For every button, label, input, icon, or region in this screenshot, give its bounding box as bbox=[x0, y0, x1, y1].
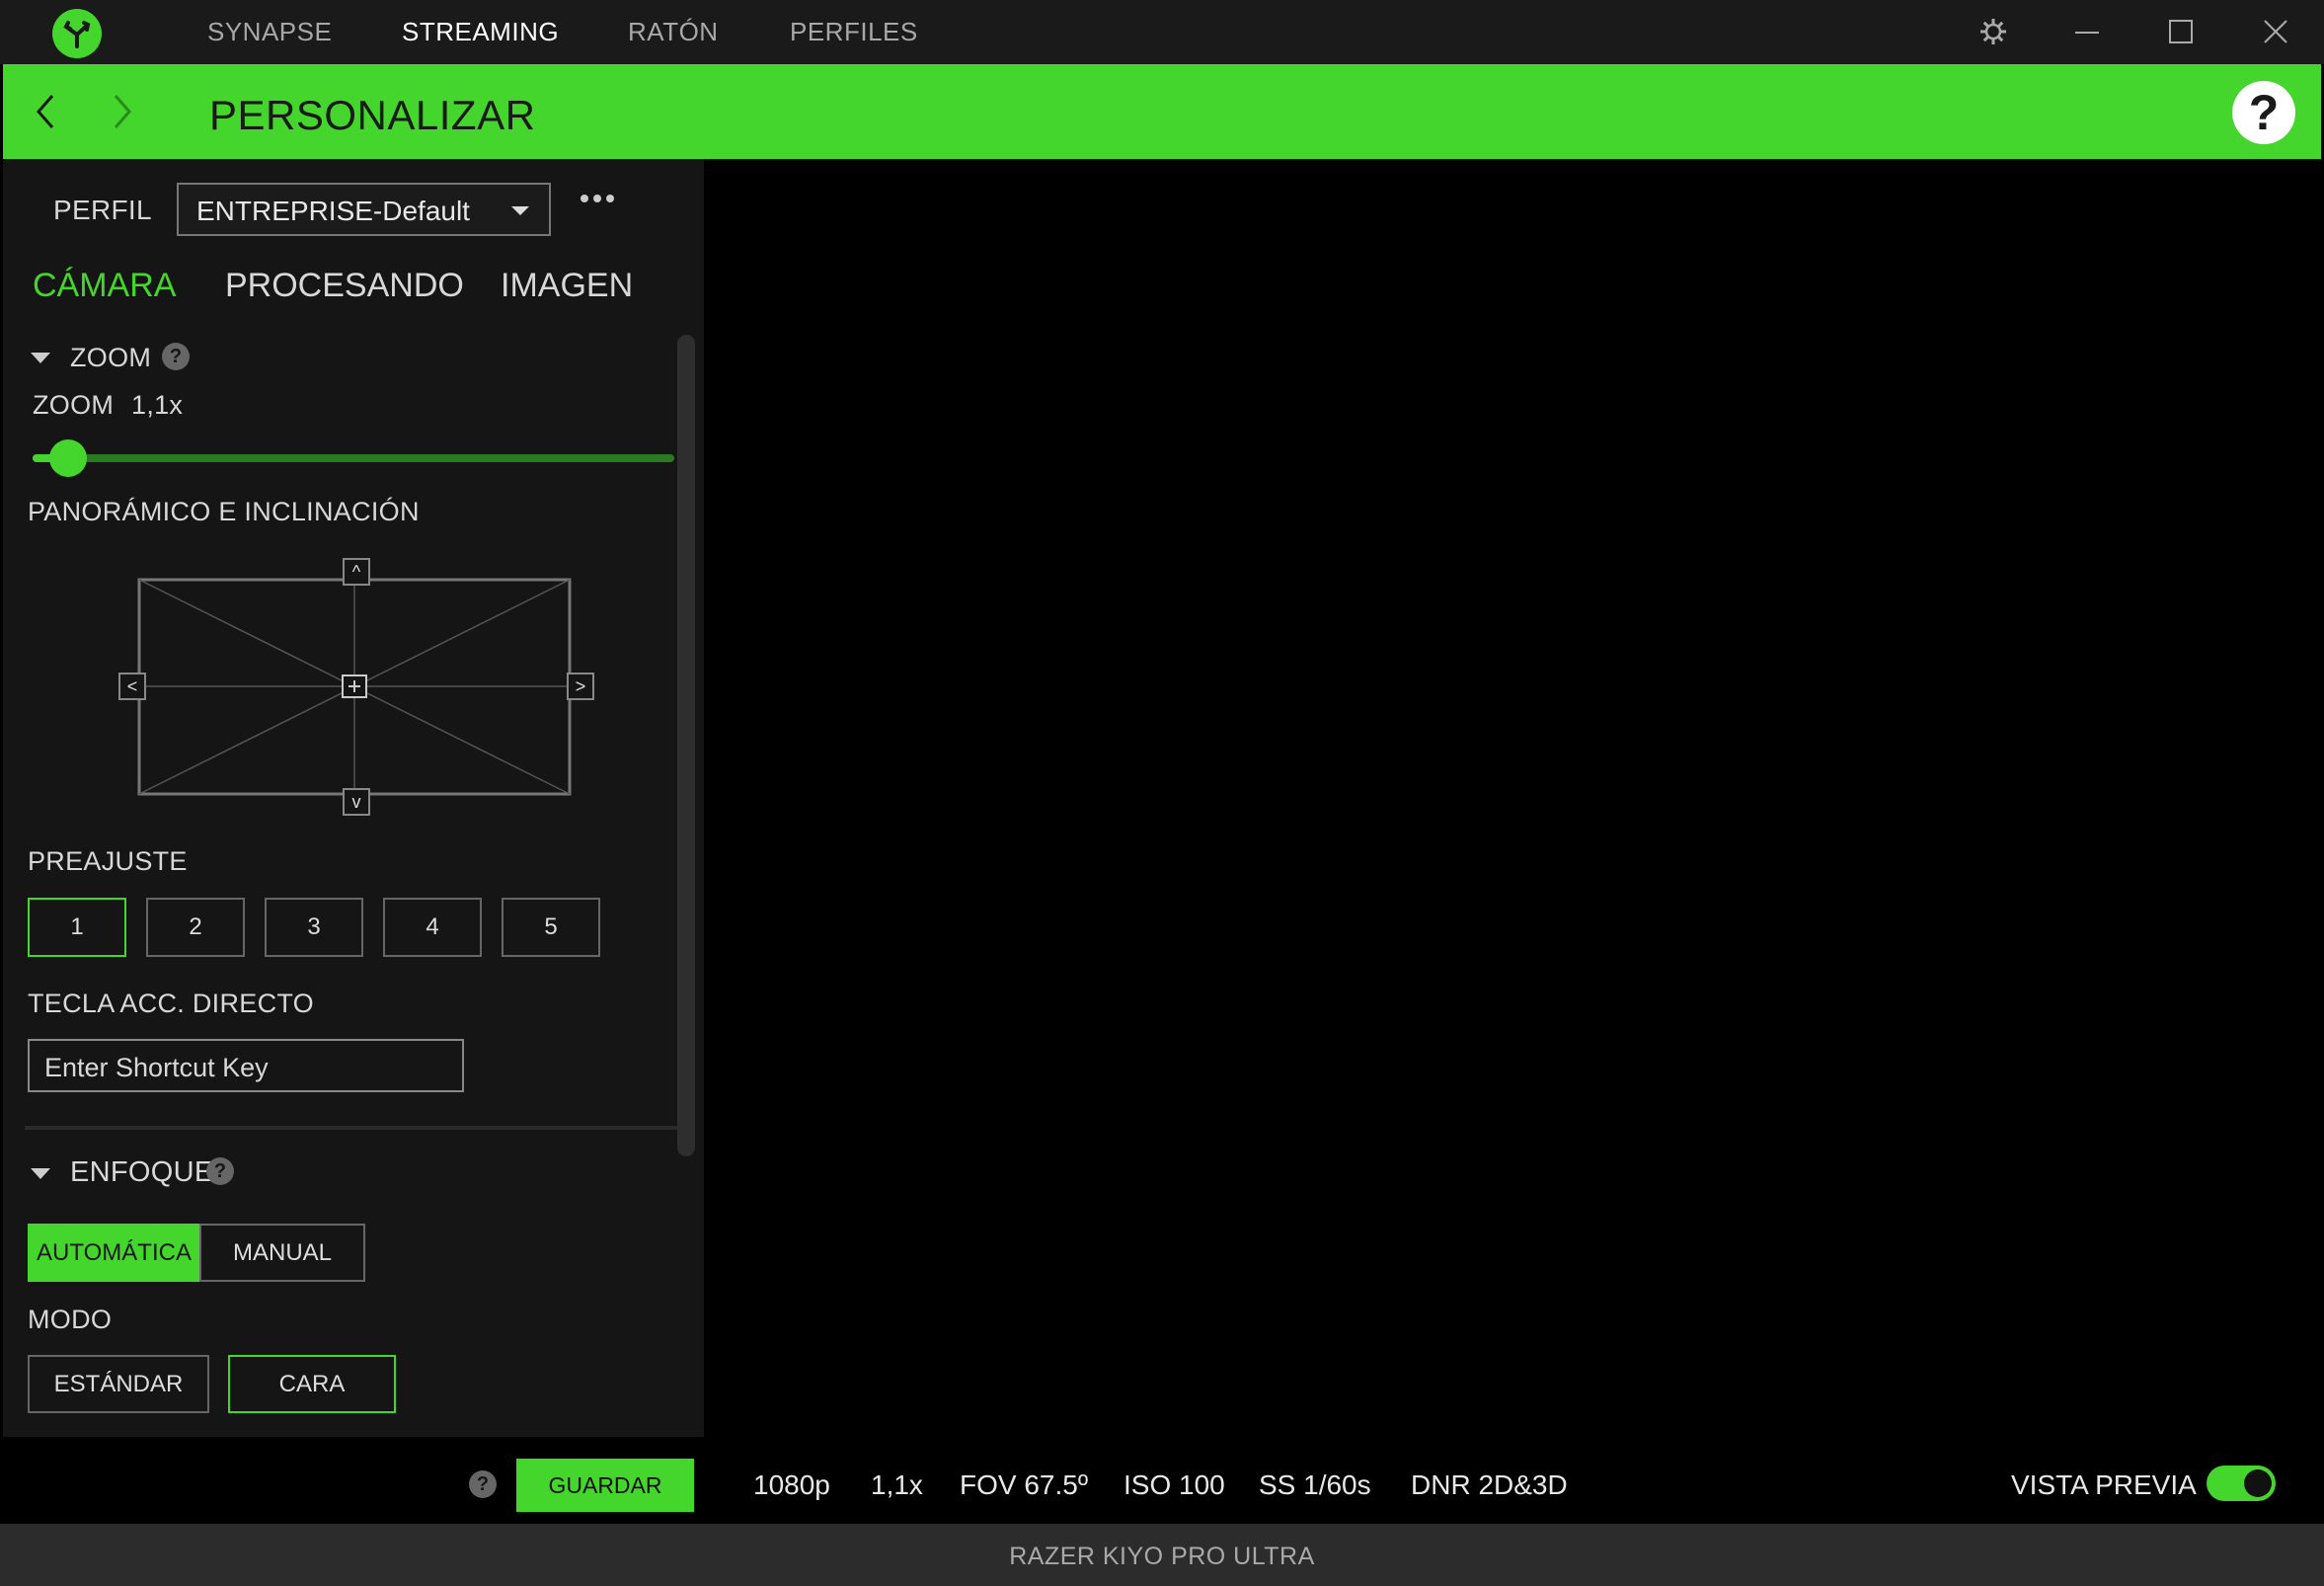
tab-procesando[interactable]: PROCESANDO bbox=[225, 267, 464, 305]
nav-raton[interactable]: RATÓN bbox=[628, 17, 719, 47]
nav-synapse[interactable]: SYNAPSE bbox=[207, 17, 332, 47]
profile-value: ENTREPRISE-Default bbox=[196, 196, 470, 226]
zoom-label: ZOOM bbox=[33, 390, 115, 420]
panel-scrollbar[interactable] bbox=[677, 335, 695, 1156]
preset-label: PREAJUSTE bbox=[28, 846, 188, 876]
stat-dnr: DNR 2D&3D bbox=[1411, 1469, 1568, 1500]
collapse-caret-icon[interactable] bbox=[31, 1168, 50, 1179]
settings-gear-icon[interactable] bbox=[1975, 14, 2011, 49]
save-button[interactable]: GUARDAR bbox=[516, 1459, 694, 1512]
mode-face-button[interactable]: CARA bbox=[228, 1355, 396, 1413]
close-icon[interactable] bbox=[2258, 14, 2293, 49]
stat-fov: FOV 67.5º bbox=[960, 1469, 1089, 1500]
pan-right-button[interactable]: > bbox=[567, 673, 594, 700]
nav-streaming[interactable]: STREAMING bbox=[402, 17, 559, 47]
stat-resolution: 1080p bbox=[753, 1469, 830, 1500]
zoom-slider-thumb[interactable] bbox=[49, 439, 87, 477]
preview-toggle-label: VISTA PREVIA bbox=[2011, 1469, 2197, 1500]
stat-zoom: 1,1x bbox=[871, 1469, 923, 1500]
preset-button-5[interactable]: 5 bbox=[502, 898, 600, 957]
maximize-icon[interactable] bbox=[2163, 14, 2199, 49]
preview-toggle[interactable] bbox=[2207, 1466, 2276, 1501]
toggle-knob bbox=[2244, 1469, 2272, 1497]
stat-shutter: SS 1/60s bbox=[1259, 1469, 1371, 1500]
preset-button-3[interactable]: 3 bbox=[265, 898, 363, 957]
razer-logo-icon[interactable] bbox=[52, 9, 102, 58]
shortcut-input[interactable]: Enter Shortcut Key bbox=[28, 1039, 464, 1092]
stat-iso: ISO 100 bbox=[1123, 1469, 1225, 1500]
nav-perfiles[interactable]: PERFILES bbox=[790, 17, 918, 47]
shortcut-placeholder: Enter Shortcut Key bbox=[44, 1053, 269, 1082]
forward-arrow-icon[interactable] bbox=[102, 90, 141, 133]
camera-preview bbox=[704, 159, 2321, 1437]
pan-up-button[interactable]: ^ bbox=[343, 558, 370, 586]
shortcut-label: TECLA ACC. DIRECTO bbox=[28, 989, 314, 1018]
preset-button-4[interactable]: 4 bbox=[383, 898, 482, 957]
focus-help-icon[interactable]: ? bbox=[206, 1157, 234, 1185]
settings-panel: PERFIL ENTREPRISE-Default CÁMARA PROCESA… bbox=[3, 159, 704, 1437]
more-options-icon[interactable] bbox=[581, 195, 614, 202]
save-help-icon[interactable]: ? bbox=[469, 1470, 497, 1498]
tab-imagen[interactable]: IMAGEN bbox=[501, 267, 633, 305]
focus-section-title: ENFOQUE bbox=[70, 1156, 214, 1188]
tab-camara[interactable]: CÁMARA bbox=[33, 267, 176, 305]
collapse-caret-icon[interactable] bbox=[31, 353, 50, 363]
pan-down-button[interactable]: v bbox=[343, 788, 370, 816]
page-title: PERSONALIZAR bbox=[209, 92, 536, 138]
device-name: RAZER KIYO PRO ULTRA bbox=[1009, 1543, 1315, 1570]
page-header: PERSONALIZAR ? bbox=[3, 64, 2321, 159]
pan-tilt-label: PANORÁMICO E INCLINACIÓN bbox=[28, 497, 420, 526]
mode-label: MODO bbox=[28, 1305, 113, 1334]
chevron-down-icon bbox=[511, 206, 529, 215]
zoom-help-icon[interactable]: ? bbox=[162, 343, 190, 370]
zoom-value: 1,1x bbox=[131, 390, 184, 420]
zoom-section-title: ZOOM bbox=[70, 343, 152, 372]
title-bar: SYNAPSE STREAMING RATÓN PERFILES bbox=[0, 0, 2324, 64]
focus-auto-button[interactable]: AUTOMÁTICA bbox=[28, 1224, 200, 1282]
preset-button-1[interactable]: 1 bbox=[28, 898, 126, 957]
device-footer: RAZER KIYO PRO ULTRA bbox=[0, 1524, 2324, 1586]
help-icon[interactable]: ? bbox=[2232, 81, 2295, 144]
profile-dropdown[interactable]: ENTREPRISE-Default bbox=[177, 183, 551, 236]
minimize-icon[interactable] bbox=[2069, 14, 2105, 49]
pan-left-button[interactable]: < bbox=[118, 673, 146, 700]
profile-label: PERFIL bbox=[53, 195, 152, 225]
back-arrow-icon[interactable] bbox=[27, 90, 66, 133]
bottom-bar: ? GUARDAR 1080p 1,1x FOV 67.5º ISO 100 S… bbox=[3, 1437, 2321, 1524]
mode-standard-button[interactable]: ESTÁNDAR bbox=[28, 1355, 209, 1413]
section-divider bbox=[25, 1126, 682, 1130]
focus-manual-button[interactable]: MANUAL bbox=[199, 1224, 365, 1282]
zoom-slider-track[interactable] bbox=[33, 454, 674, 462]
preset-button-2[interactable]: 2 bbox=[146, 898, 245, 957]
